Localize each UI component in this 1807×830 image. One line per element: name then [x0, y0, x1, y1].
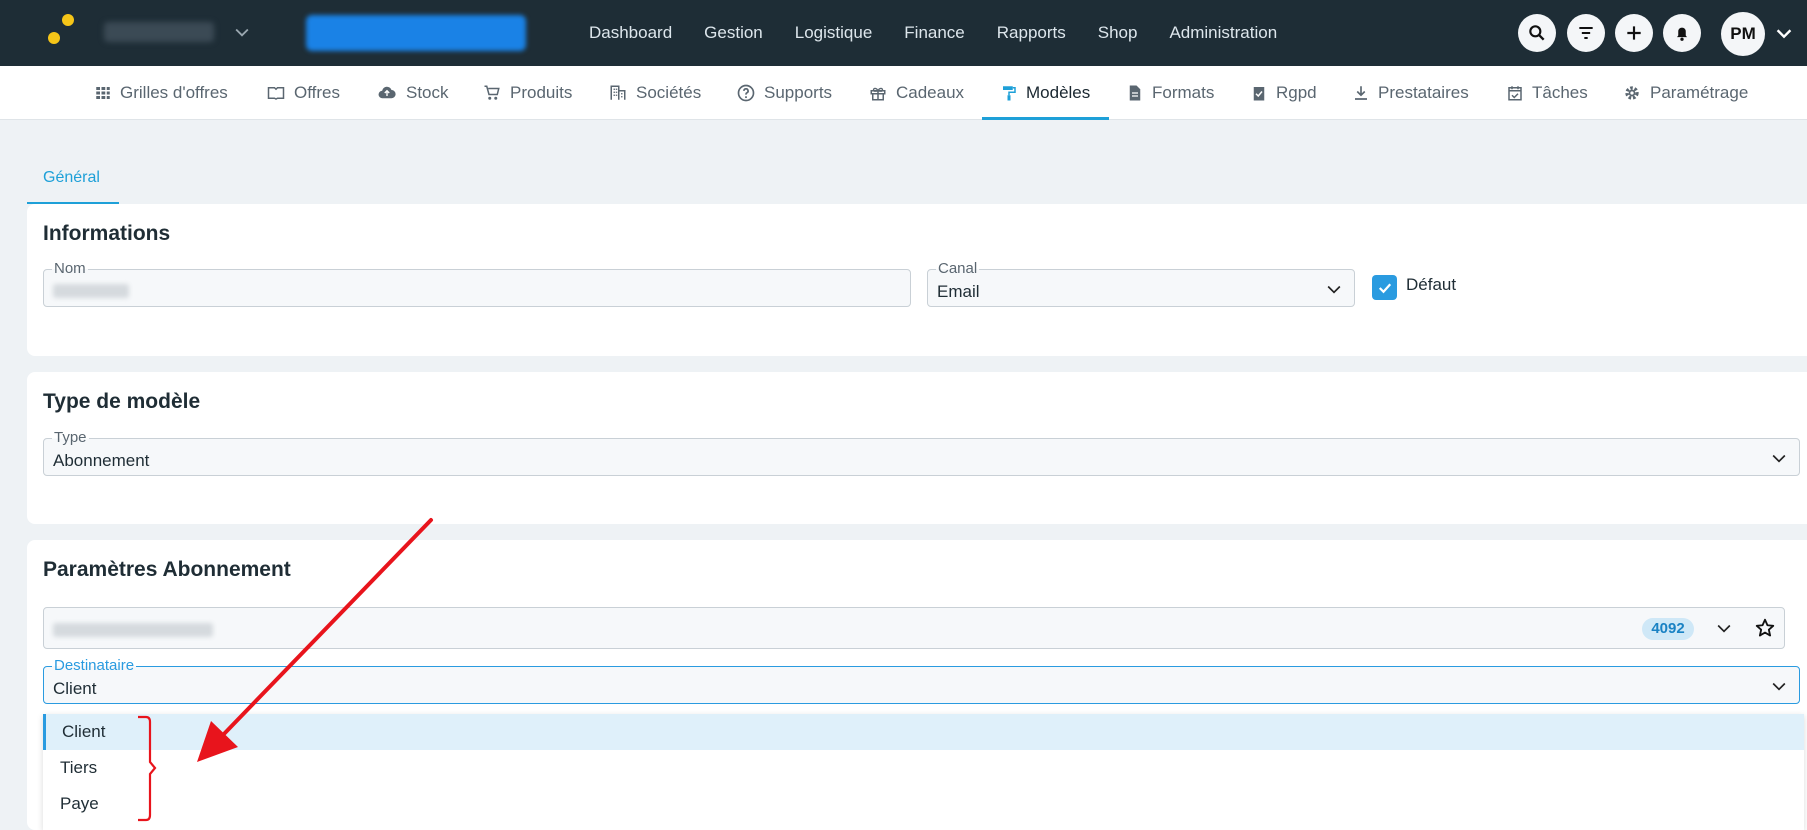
- chevron-down-icon: [1772, 682, 1786, 691]
- subnav-label: Stock: [406, 83, 449, 102]
- nav-item-rapports[interactable]: Rapports: [997, 23, 1066, 43]
- main-nav: Dashboard Gestion Logistique Finance Rap…: [589, 0, 1309, 66]
- destinataire-select[interactable]: Destinataire Client: [43, 658, 1800, 704]
- download-icon: [1355, 86, 1367, 100]
- abonnement-select[interactable]: 4092: [43, 607, 1785, 649]
- subnav-label: Modèles: [1026, 83, 1091, 102]
- canal-select[interactable]: Canal Email: [927, 261, 1355, 307]
- subnav-item-parametrage[interactable]: Paramétrage: [1622, 66, 1748, 120]
- subnav-item-prestataires[interactable]: Prestataires: [1352, 66, 1469, 120]
- chevron-down-icon[interactable]: [1773, 22, 1795, 44]
- subnav-item-offres[interactable]: Offres: [266, 66, 340, 120]
- destinataire-label: Destinataire: [52, 657, 137, 674]
- redacted-brand-button[interactable]: [306, 15, 526, 51]
- count-badge: 4092: [1642, 618, 1694, 640]
- search-button[interactable]: [1518, 14, 1556, 52]
- subnav-item-taches[interactable]: Tâches: [1506, 66, 1588, 120]
- chevron-down-icon: [235, 28, 249, 37]
- plus-icon: [1627, 26, 1641, 40]
- check-icon: [1378, 282, 1391, 293]
- building-icon: [610, 85, 626, 100]
- organization-name-redacted: [104, 22, 214, 42]
- paint-roller-icon: [1003, 86, 1016, 101]
- subnav-item-stock[interactable]: Stock: [376, 66, 449, 120]
- app-logo[interactable]: [40, 14, 84, 50]
- destinataire-value: Client: [53, 679, 97, 698]
- nom-label: Nom: [52, 260, 88, 277]
- subnav-label: Tâches: [1532, 83, 1588, 102]
- filter-button[interactable]: [1567, 14, 1605, 52]
- subnav-label: Offres: [294, 83, 340, 102]
- nav-item-administration[interactable]: Administration: [1169, 23, 1277, 43]
- subnav-item-produits[interactable]: Produits: [482, 66, 572, 120]
- nav-item-dashboard[interactable]: Dashboard: [589, 23, 672, 43]
- user-avatar[interactable]: PM: [1721, 12, 1765, 56]
- subnav-item-rgpd[interactable]: Rgpd: [1250, 66, 1317, 120]
- gear-icon: [1625, 86, 1639, 100]
- bell-icon: [1677, 27, 1687, 41]
- defaut-label: Défaut: [1406, 275, 1457, 294]
- canal-label: Canal: [936, 260, 980, 277]
- informations-title: Informations: [43, 222, 171, 245]
- subnav-item-modeles[interactable]: Modèles: [1000, 66, 1090, 120]
- type-value: Abonnement: [53, 451, 150, 470]
- defaut-checkbox[interactable]: [1372, 275, 1397, 300]
- subnav-item-supports[interactable]: Supports: [736, 66, 832, 120]
- search-icon: [1529, 25, 1545, 41]
- organization-selector[interactable]: [104, 18, 254, 46]
- gift-icon: [870, 87, 886, 101]
- destinataire-dropdown: Client Tiers Paye: [43, 714, 1804, 830]
- parametres-title: Paramètres Abonnement: [43, 558, 291, 581]
- option-client[interactable]: Client: [43, 714, 1804, 750]
- subnav-item-formats[interactable]: Formats: [1126, 66, 1214, 120]
- canal-value: Email: [937, 282, 980, 301]
- nav-item-finance[interactable]: Finance: [904, 23, 964, 43]
- book-icon: [267, 87, 285, 100]
- top-navbar: Dashboard Gestion Logistique Finance Rap…: [0, 0, 1807, 66]
- subnav-label: Grilles d'offres: [120, 83, 228, 102]
- document-icon: [1129, 85, 1141, 101]
- cart-icon: [484, 85, 500, 100]
- subnav-label: Paramétrage: [1650, 83, 1749, 102]
- type-modele-title: Type de modèle: [43, 390, 201, 413]
- cloud-upload-icon: [378, 86, 396, 99]
- grid-icon: [96, 87, 110, 99]
- add-button[interactable]: [1615, 14, 1653, 52]
- sub-navbar: Grilles d'offres Offres Stock Produits S…: [0, 66, 1807, 120]
- chevron-down-icon[interactable]: [1714, 618, 1734, 638]
- nav-item-shop[interactable]: Shop: [1098, 23, 1138, 43]
- subnav-label: Cadeaux: [896, 83, 965, 102]
- subnav-label: Prestataires: [1378, 83, 1469, 102]
- nom-field[interactable]: Nom: [43, 261, 911, 307]
- subnav-item-grilles[interactable]: Grilles d'offres: [94, 66, 228, 120]
- abonnement-value-redacted: [53, 623, 213, 637]
- subnav-label: Produits: [510, 83, 573, 102]
- type-label: Type: [52, 429, 89, 446]
- tab-general[interactable]: Général: [27, 158, 119, 204]
- subnav-item-societes[interactable]: Sociétés: [608, 66, 701, 120]
- subnav-item-cadeaux[interactable]: Cadeaux: [868, 66, 964, 120]
- subnav-label: Supports: [764, 83, 833, 102]
- option-tiers[interactable]: Tiers: [43, 750, 1804, 786]
- chevron-down-icon: [1327, 285, 1341, 294]
- option-paye[interactable]: Paye: [43, 786, 1804, 822]
- star-icon[interactable]: [1754, 617, 1776, 639]
- calendar-check-icon: [1508, 86, 1522, 101]
- subnav-label: Rgpd: [1276, 83, 1317, 102]
- active-tab-indicator: [982, 117, 1109, 120]
- nav-item-gestion[interactable]: Gestion: [704, 23, 763, 43]
- help-circle-icon: [737, 84, 755, 102]
- clipboard-check-icon: [1253, 87, 1265, 101]
- nav-item-logistique[interactable]: Logistique: [795, 23, 873, 43]
- subnav-label: Sociétés: [636, 83, 702, 102]
- type-select[interactable]: Type Abonnement: [43, 430, 1800, 476]
- filter-icon: [1579, 27, 1593, 39]
- subnav-label: Formats: [1152, 83, 1215, 102]
- chevron-down-icon: [1772, 454, 1786, 463]
- nom-value-redacted: [53, 284, 129, 298]
- notifications-button[interactable]: [1663, 14, 1701, 52]
